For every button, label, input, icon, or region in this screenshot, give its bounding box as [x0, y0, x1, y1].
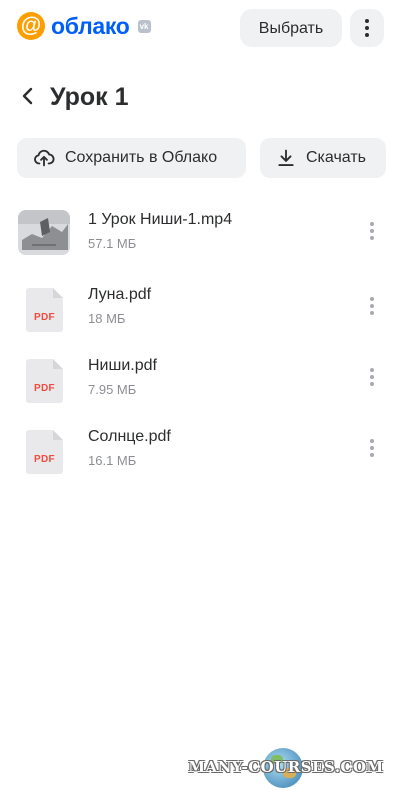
logo[interactable]: @ облако vk: [17, 12, 151, 40]
file-more-button[interactable]: [364, 435, 380, 461]
pdf-badge: PDF: [34, 312, 55, 323]
download-label: Скачать: [306, 149, 366, 166]
file-row-pdf[interactable]: PDF Солнце.pdf 16.1 МБ: [0, 427, 401, 487]
save-to-cloud-button[interactable]: Сохранить в Облако: [17, 138, 246, 178]
pdf-badge: PDF: [34, 383, 55, 394]
more-vertical-icon: [370, 439, 374, 443]
cloud-app: @ облако vk Выбрать Урок 1 Сохранить в О…: [0, 0, 401, 800]
file-name: 1 Урок Ниши-1.mp4: [88, 211, 233, 228]
file-size: 18 МБ: [88, 311, 126, 326]
more-vertical-icon: [370, 368, 374, 372]
file-row-video[interactable]: 1 Урок Ниши-1.mp4 57.1 МБ: [0, 210, 401, 270]
watermark-text: MANY-COURSES.COM: [188, 758, 384, 776]
watermark: MANY-COURSES.COM: [176, 748, 396, 788]
select-button[interactable]: Выбрать: [240, 9, 342, 47]
file-name: Солнце.pdf: [88, 428, 171, 445]
logo-text: облако: [51, 12, 130, 39]
page-title: Урок 1: [50, 83, 129, 111]
video-thumbnail: [18, 210, 70, 255]
file-more-button[interactable]: [364, 293, 380, 319]
logo-at-icon: @: [17, 12, 45, 40]
file-size: 16.1 МБ: [88, 453, 137, 468]
pdf-file-icon: PDF: [26, 288, 63, 332]
top-bar: @ облако vk Выбрать: [0, 0, 401, 58]
file-row-pdf[interactable]: PDF Ниши.pdf 7.95 МБ: [0, 356, 401, 416]
more-vertical-icon: [365, 19, 369, 23]
file-name: Луна.pdf: [88, 286, 152, 303]
file-row-pdf[interactable]: PDF Луна.pdf 18 МБ: [0, 285, 401, 345]
download-icon: [278, 149, 294, 166]
file-name: Ниши.pdf: [88, 357, 157, 374]
vk-badge-icon: vk: [137, 19, 151, 33]
more-menu-button[interactable]: [350, 9, 384, 47]
pdf-file-icon: PDF: [26, 359, 63, 403]
more-vertical-icon: [370, 297, 374, 301]
file-size: 7.95 МБ: [88, 382, 137, 397]
file-more-button[interactable]: [364, 218, 380, 244]
file-more-button[interactable]: [364, 364, 380, 390]
save-to-cloud-label: Сохранить в Облако: [65, 149, 218, 166]
download-button[interactable]: Скачать: [260, 138, 386, 178]
pdf-file-icon: PDF: [26, 430, 63, 474]
more-vertical-icon: [370, 222, 374, 226]
back-chevron-icon[interactable]: [16, 84, 40, 108]
cloud-upload-icon: [34, 149, 55, 167]
pdf-badge: PDF: [34, 454, 55, 465]
video-preview-image: [18, 210, 70, 255]
file-size: 57.1 МБ: [88, 236, 137, 251]
